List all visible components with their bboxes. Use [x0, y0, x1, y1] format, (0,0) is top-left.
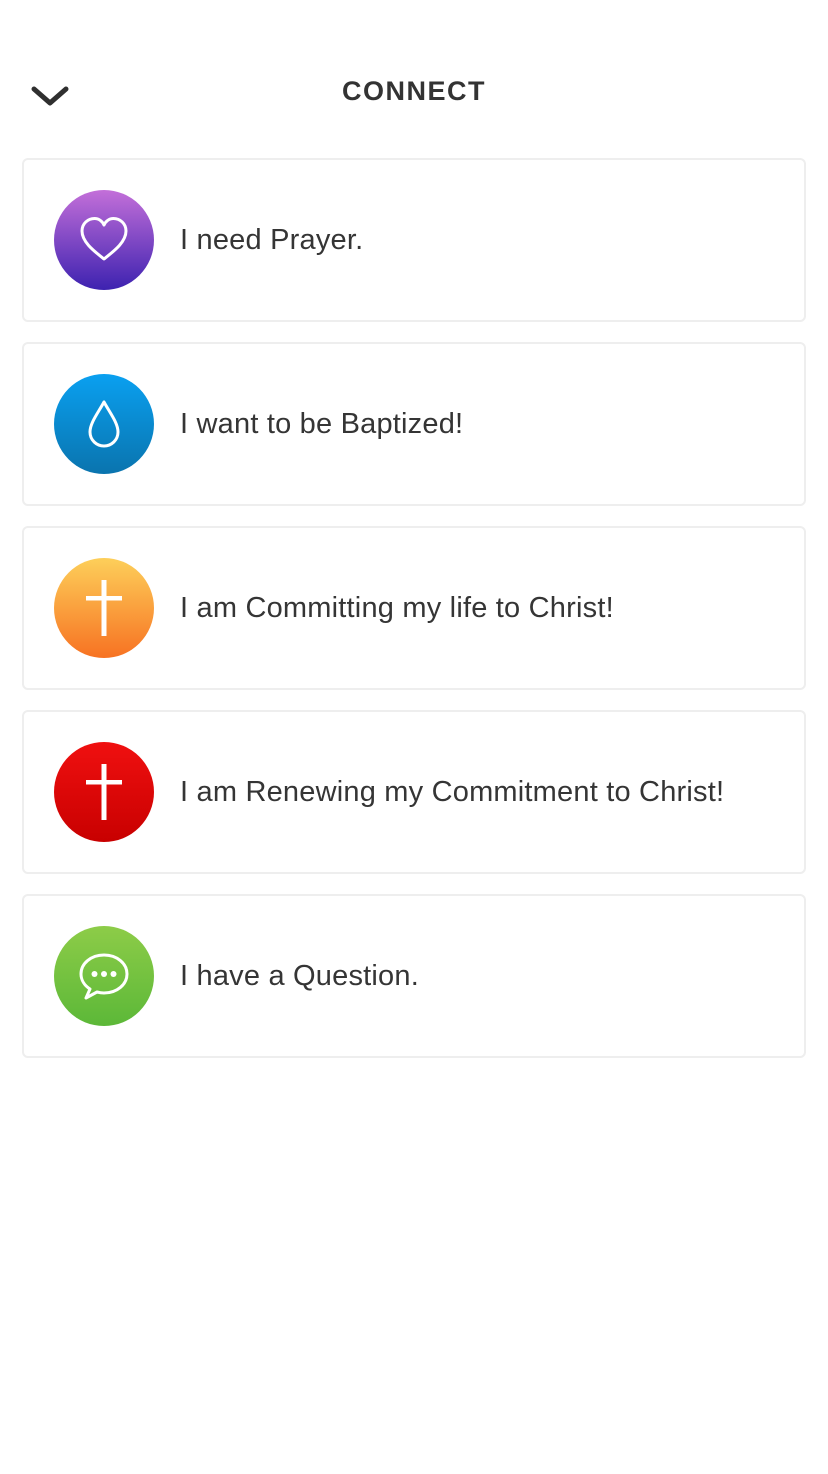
chat-bubble-icon [79, 953, 129, 1000]
option-prayer[interactable]: I need Prayer. [22, 158, 806, 322]
option-commit[interactable]: I am Committing my life to Christ! [22, 526, 806, 690]
option-label: I am Committing my life to Christ! [180, 591, 614, 624]
cross-icon [86, 764, 122, 820]
baptize-badge [54, 374, 154, 474]
water-drop-icon [88, 400, 120, 448]
connect-options-list: I need Prayer. I want to be Baptized! I … [22, 158, 806, 1078]
collapse-button[interactable] [24, 70, 76, 122]
option-baptize[interactable]: I want to be Baptized! [22, 342, 806, 506]
heart-icon [80, 217, 128, 261]
option-label: I want to be Baptized! [180, 407, 464, 440]
header: CONNECT [0, 60, 828, 130]
chevron-down-icon [31, 86, 69, 106]
option-label: I need Prayer. [180, 223, 364, 256]
prayer-badge [54, 190, 154, 290]
renew-badge [54, 742, 154, 842]
option-renew[interactable]: I am Renewing my Commitment to Christ! [22, 710, 806, 874]
option-question[interactable]: I have a Question. [22, 894, 806, 1058]
connect-sheet: CONNECT I need Prayer. I want to be Bapt… [0, 0, 828, 1474]
option-label: I have a Question. [180, 959, 419, 992]
page-title: CONNECT [342, 76, 486, 106]
option-label: I am Renewing my Commitment to Christ! [180, 775, 725, 808]
cross-icon [86, 580, 122, 636]
commit-badge [54, 558, 154, 658]
question-badge [54, 926, 154, 1026]
